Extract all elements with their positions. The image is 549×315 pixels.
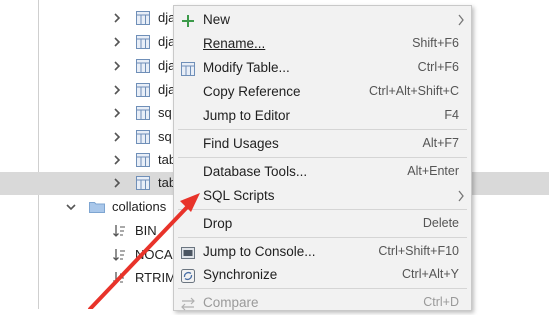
table-icon — [136, 130, 150, 144]
table-icon — [136, 59, 150, 73]
menu-item-drop[interactable]: Drop Delete — [174, 213, 471, 236]
tree-row-label: sq — [158, 105, 172, 120]
shortcut-label: Ctrl+Shift+F10 — [378, 244, 459, 258]
menu-item-modify-table[interactable]: Modify Table... Ctrl+F6 — [174, 57, 471, 80]
chevron-right-icon[interactable] — [112, 132, 122, 142]
collation-icon — [112, 224, 126, 238]
tree-row-label: collations — [112, 199, 167, 214]
menu-item-synchronize[interactable]: Synchronize Ctrl+Alt+Y — [174, 264, 471, 287]
collation-icon — [112, 248, 126, 262]
table-icon — [180, 61, 196, 77]
table-icon — [136, 83, 150, 97]
console-icon — [180, 245, 196, 261]
menu-item-jump-to-editor[interactable]: Jump to Editor F4 — [174, 105, 471, 128]
shortcut-label: Ctrl+Alt+Shift+C — [369, 84, 459, 98]
table-icon — [136, 176, 150, 190]
menu-separator — [178, 237, 467, 238]
chevron-right-icon[interactable] — [112, 85, 122, 95]
chevron-right-icon[interactable] — [112, 37, 122, 47]
tree-row-label: NOCA — [135, 247, 173, 262]
menu-separator — [178, 209, 467, 210]
menu-item-find-usages[interactable]: Find Usages Alt+F7 — [174, 133, 471, 156]
shortcut-label: Alt+F7 — [422, 136, 459, 150]
menu-item-compare[interactable]: Compare Ctrl+D — [174, 292, 471, 315]
table-icon — [136, 106, 150, 120]
submenu-arrow-icon — [457, 14, 465, 26]
chevron-down-icon[interactable] — [66, 202, 76, 212]
chevron-right-icon[interactable] — [112, 108, 122, 118]
menu-item-copy-reference[interactable]: Copy Reference Ctrl+Alt+Shift+C — [174, 81, 471, 104]
menu-item-rename[interactable]: Rename... Shift+F6 — [174, 33, 471, 56]
chevron-right-icon[interactable] — [112, 155, 122, 165]
tree-row-label: RTRIM — [135, 270, 176, 285]
menu-item-new[interactable]: New — [174, 9, 471, 32]
shortcut-label: Ctrl+F6 — [417, 60, 459, 74]
sync-icon — [180, 268, 196, 284]
context-menu: New Rename... Shift+F6 Modify Table... C… — [173, 5, 472, 311]
chevron-right-icon[interactable] — [112, 13, 122, 23]
shortcut-label: Ctrl+Alt+Y — [402, 267, 459, 281]
menu-item-database-tools[interactable]: Database Tools... Alt+Enter — [174, 161, 471, 184]
menu-separator — [178, 288, 467, 289]
tree-row-label: BIN — [135, 223, 157, 238]
chevron-right-icon[interactable] — [112, 178, 122, 188]
shortcut-label: Ctrl+D — [423, 295, 459, 309]
table-icon — [136, 35, 150, 49]
shortcut-label: Delete — [422, 216, 459, 230]
table-icon — [136, 153, 150, 167]
tree-row-label: sq — [158, 129, 172, 144]
submenu-arrow-icon — [457, 190, 465, 202]
shortcut-label: F4 — [444, 108, 459, 122]
menu-separator — [178, 157, 467, 158]
menu-item-sql-scripts[interactable]: SQL Scripts — [174, 185, 471, 208]
plus-icon — [180, 13, 196, 29]
collation-icon — [112, 271, 126, 285]
shortcut-label: Alt+Enter — [407, 164, 459, 178]
table-icon — [136, 11, 150, 25]
menu-item-jump-to-console[interactable]: Jump to Console... Ctrl+Shift+F10 — [174, 241, 471, 264]
compare-icon — [180, 296, 196, 312]
menu-separator — [178, 129, 467, 130]
shortcut-label: Shift+F6 — [412, 36, 459, 50]
chevron-right-icon[interactable] — [112, 61, 122, 71]
folder-icon — [89, 201, 105, 213]
